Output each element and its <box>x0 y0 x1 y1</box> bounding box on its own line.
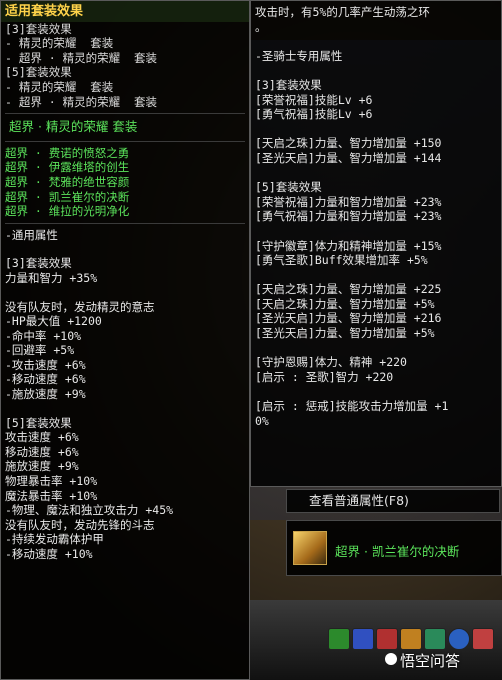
set3-line: [3]套装效果 <box>5 256 72 271</box>
item-name: 超界 · 凯兰崔尔的决断 <box>335 544 460 559</box>
class-attr-line: [天启之珠]力量、智力增加量 +150 <box>255 136 442 151</box>
summary-line: - 精灵的荣耀 套装 <box>5 79 114 94</box>
class-attr-line: [3]套装效果 <box>255 77 322 92</box>
class-attr-line: [启示 : 惩戒]技能攻击力增加量 +1 <box>255 399 449 414</box>
set5-line: 攻击速度 +6% <box>5 430 79 445</box>
class-attr-line: [5]套装效果 <box>255 180 322 195</box>
summary-line: - 超界 · 精灵的荣耀 套装 <box>5 94 157 109</box>
class-attr-line <box>255 224 497 239</box>
class-attr-line <box>255 63 497 78</box>
set5-line: 魔法暴击率 +10% <box>5 488 98 503</box>
class-attr-line: [天启之珠]力量、智力增加量 +225 <box>255 282 442 297</box>
set-item: 超界 · 维拉的光明净化 <box>5 204 130 219</box>
class-attr-line: [荣誉祝福]技能Lv +6 <box>255 92 373 107</box>
set-effect-tooltip: 适用套装效果 [3]套装效果 - 精灵的荣耀 套装 - 超界 · 精灵的荣耀 套装[… <box>0 0 250 680</box>
spirit-line: -命中率 +10% <box>5 328 82 343</box>
set-item: 超界 · 伊露维塔的创生 <box>5 160 130 175</box>
skill-icon[interactable] <box>352 628 374 650</box>
class-attr-line: [圣光天启]力量、智力增加量 +216 <box>255 311 442 326</box>
set-item: 超界 · 梵雅的绝世容颜 <box>5 174 130 189</box>
set5-effects: [5]套装效果 攻击速度 +6% 移动速度 +6% 施放速度 +9% 物理暴击率 +10… <box>5 416 245 562</box>
set5-line: 没有队友时，发动先锋的斗志 <box>5 517 155 532</box>
class-attr-line: [勇气祝福]技能Lv +6 <box>255 107 373 122</box>
spirit-line: -施放速度 +9% <box>5 387 86 402</box>
set-item: 超界 · 凯兰崔尔的决断 <box>5 189 130 204</box>
class-attr-line <box>255 122 497 137</box>
spirit-line: -回避率 +5% <box>5 343 75 358</box>
class-attr-line: 。 <box>255 19 267 34</box>
class-attr-line <box>255 34 497 49</box>
set5-line: -物理、魔法和独立攻击力 +45% <box>5 503 174 518</box>
set3-effects: [3]套装效果 力量和智力 +35% <box>5 256 245 285</box>
summary-line: [5]套装效果 <box>5 65 72 80</box>
watermark: 悟空问答 <box>400 652 461 670</box>
summary-line: - 超界 · 精灵的荣耀 套装 <box>5 50 157 65</box>
set5-line: -移动速度 +10% <box>5 547 93 561</box>
tooltip-title: 适用套装效果 <box>1 1 249 22</box>
skill-icon[interactable] <box>448 628 470 650</box>
spirit-line: -移动速度 +6% <box>5 372 86 387</box>
equipped-item[interactable]: 超界 · 凯兰崔尔的决断 <box>286 520 502 576</box>
class-attr-line: [荣誉祝福]力量和智力增加量 +23% <box>255 194 442 209</box>
item-icon <box>293 531 327 565</box>
class-attr-line: [天启之珠]力量、智力增加量 +5% <box>255 296 435 311</box>
divider <box>5 140 245 142</box>
common-attr-header: -通用属性 <box>5 227 58 242</box>
class-attr-line: [守护恩赐]体力、精神 +220 <box>255 355 407 370</box>
class-attr-line: 攻击时，有5%的几率产生动荡之环 <box>255 5 430 19</box>
skill-icon[interactable] <box>376 628 398 650</box>
class-attr-line: -圣骑士专用属性 <box>255 48 343 63</box>
set5-line: 物理暴击率 +10% <box>5 474 98 489</box>
set-item: 超界 · 费诺的愤怒之勇 <box>5 145 130 160</box>
skill-icon[interactable] <box>400 628 422 650</box>
set-summary: [3]套装效果 - 精灵的荣耀 套装 - 超界 · 精灵的荣耀 套装 [5]套装效果 -… <box>5 22 245 110</box>
class-attr-line: [勇气祝福]力量和智力增加量 +23% <box>255 209 442 224</box>
class-attr-line: [圣光天启]力量、智力增加量 +144 <box>255 150 442 165</box>
skill-icon[interactable] <box>424 628 446 650</box>
spirit-line: 没有队友时，发动精灵的意志 <box>5 299 155 314</box>
spirit-will-effects: 没有队友时，发动精灵的意志 -HP最大值 +1200 -命中率 +10% -回避率 +… <box>5 300 245 402</box>
skill-icon[interactable] <box>472 628 494 650</box>
class-attr-line: [启示 : 圣歌]智力 +220 <box>255 369 394 384</box>
skill-bar <box>250 600 502 680</box>
class-attr-line <box>255 166 497 181</box>
class-attr-line: 0% <box>255 413 269 428</box>
divider <box>5 222 245 224</box>
class-attr-line <box>255 341 497 356</box>
class-attr-tooltip: 攻击时，有5%的几率产生动荡之环。 -圣骑士专用属性 [3]套装效果 [荣誉祝福]技能… <box>250 0 502 487</box>
set5-line: 移动速度 +6% <box>5 444 79 459</box>
spirit-line: -HP最大值 +1200 <box>5 314 102 329</box>
set-title: 超界 · 精灵的荣耀 套装 <box>9 119 138 135</box>
spirit-line: -攻击速度 +6% <box>5 357 86 372</box>
summary-line: - 精灵的荣耀 套装 <box>5 36 114 51</box>
set5-line: -持续发动霸体护甲 <box>5 532 104 547</box>
set3-line: 力量和智力 +35% <box>5 270 98 285</box>
class-attr-line: [圣光天启]力量、智力增加量 +5% <box>255 326 435 341</box>
class-attr-line <box>255 384 497 399</box>
class-attr-list: 攻击时，有5%的几率产生动荡之环。 -圣骑士专用属性 [3]套装效果 [荣誉祝福]技能… <box>255 5 497 428</box>
set-item-list: 超界 · 费诺的愤怒之勇 超界 · 伊露维塔的创生 超界 · 梵雅的绝世容颜 超界 ·… <box>5 146 245 219</box>
summary-line: [3]套装效果 <box>5 21 72 36</box>
class-attr-line: [守护徽章]体力和精神增加量 +15% <box>255 238 442 253</box>
class-attr-line: [勇气圣歌]Buff效果增加率 +5% <box>255 253 428 268</box>
view-normal-attr-button[interactable]: 查看普通属性(F8) <box>286 489 500 513</box>
set5-line: [5]套装效果 <box>5 415 72 430</box>
watermark-logo-icon <box>385 653 397 665</box>
divider <box>5 113 245 115</box>
set5-line: 施放速度 +9% <box>5 459 79 474</box>
class-attr-line <box>255 268 497 283</box>
skill-icon[interactable] <box>328 628 350 650</box>
